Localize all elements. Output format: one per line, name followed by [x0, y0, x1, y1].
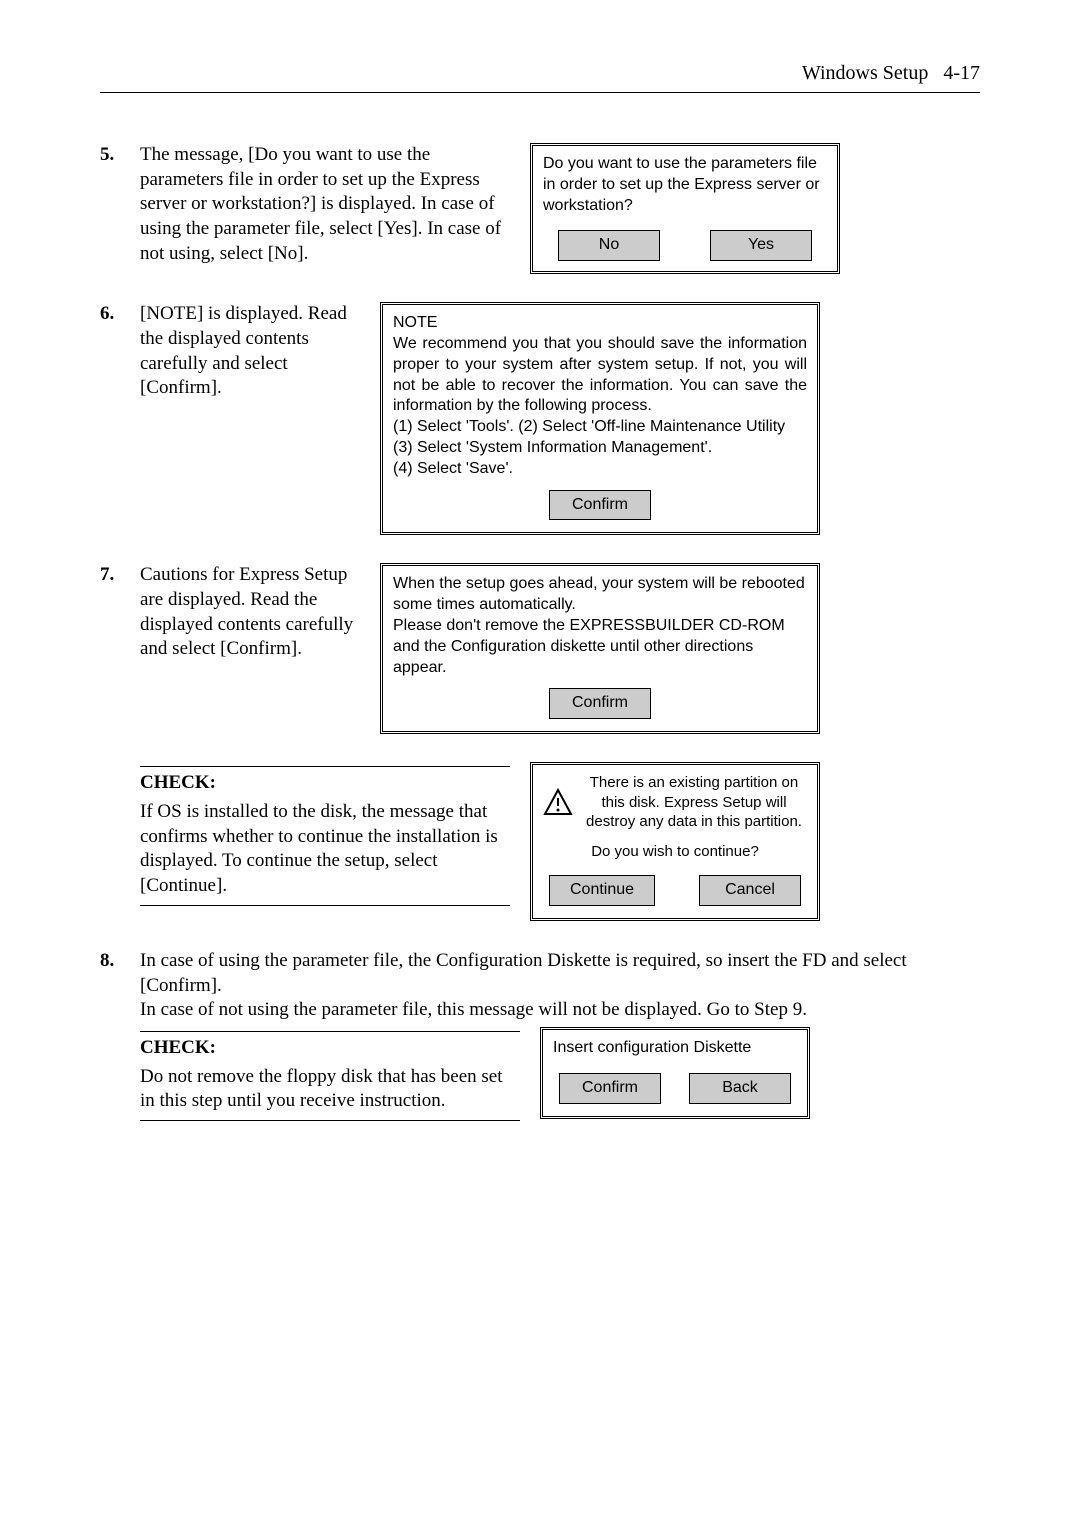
note-line-1: (1) Select 'Tools'. (2) Select 'Off-line…	[393, 417, 807, 438]
dialog-text: Insert configuration Diskette	[553, 1038, 797, 1059]
header-section: Windows Setup	[802, 62, 928, 84]
check-text: If OS is installed to the disk, the mess…	[140, 800, 510, 899]
check-block-1: CHECK: If OS is installed to the disk, t…	[100, 762, 980, 921]
dialog-note: NOTE We recommend you that you should sa…	[380, 302, 820, 535]
dialog-partition-warning: There is an existing partition on this d…	[530, 762, 820, 921]
warning-text: There is an existing partition on this d…	[581, 773, 807, 832]
check-text: Do not remove the floppy disk that has b…	[140, 1065, 520, 1114]
step-number: 8.	[100, 949, 140, 974]
step-body: [NOTE] is displayed. Read the displayed …	[140, 302, 380, 401]
check-block-2: CHECK: Do not remove the floppy disk tha…	[100, 1027, 980, 1121]
dialog-insert-diskette: Insert configuration Diskette Confirm Ba…	[540, 1027, 810, 1119]
dialog-buttons: Continue Cancel	[543, 875, 807, 908]
note-line-3: (4) Select 'Save'.	[393, 459, 807, 480]
check-box: CHECK: Do not remove the floppy disk tha…	[140, 1031, 520, 1121]
yes-button[interactable]: Yes	[710, 230, 812, 261]
step-number: 5.	[100, 143, 140, 168]
confirm-button[interactable]: Confirm	[559, 1073, 661, 1104]
step8-text-1: In case of using the parameter file, the…	[140, 949, 980, 998]
no-button[interactable]: No	[558, 230, 660, 261]
step-5: 5. The message, [Do you want to use the …	[100, 143, 980, 274]
dialog-cautions: When the setup goes ahead, your system w…	[380, 563, 820, 734]
warning-icon	[543, 788, 573, 816]
page-header: Windows Setup 4-17	[100, 60, 980, 93]
dialog-buttons: No Yes	[543, 230, 827, 261]
continue-button[interactable]: Continue	[549, 875, 655, 906]
warning-row: There is an existing partition on this d…	[543, 773, 807, 832]
cancel-button[interactable]: Cancel	[699, 875, 801, 906]
step-7: 7. Cautions for Express Setup are displa…	[100, 563, 980, 734]
check-box: CHECK: If OS is installed to the disk, t…	[140, 766, 510, 905]
warning-question: Do you wish to continue?	[543, 842, 807, 862]
confirm-button[interactable]: Confirm	[549, 490, 651, 521]
dialog-line-1: When the setup goes ahead, your system w…	[393, 574, 807, 616]
step8-text-2: In case of not using the parameter file,…	[140, 998, 980, 1023]
step-number: 6.	[100, 302, 140, 327]
dialog-line-2: Please don't remove the EXPRESSBUILDER C…	[393, 616, 807, 678]
check-title: CHECK:	[140, 1036, 520, 1061]
note-body: We recommend you that you should save th…	[393, 334, 807, 417]
header-page: 4-17	[943, 62, 980, 84]
step-6: 6. [NOTE] is displayed. Read the display…	[100, 302, 980, 535]
back-button[interactable]: Back	[689, 1073, 791, 1104]
dialog-params-file: Do you want to use the parameters file i…	[530, 143, 840, 274]
step-number: 7.	[100, 563, 140, 588]
step-8: 8. In case of using the parameter file, …	[100, 949, 980, 1023]
note-line-2: (3) Select 'System Information Managemen…	[393, 438, 807, 459]
step-body: The message, [Do you want to use the par…	[140, 143, 530, 266]
dialog-buttons: Confirm Back	[553, 1073, 797, 1106]
dialog-text: Do you want to use the parameters file i…	[543, 154, 827, 216]
step-body: Cautions for Express Setup are displayed…	[140, 563, 380, 662]
note-title: NOTE	[393, 313, 807, 334]
check-title: CHECK:	[140, 771, 510, 796]
confirm-button[interactable]: Confirm	[549, 688, 651, 719]
